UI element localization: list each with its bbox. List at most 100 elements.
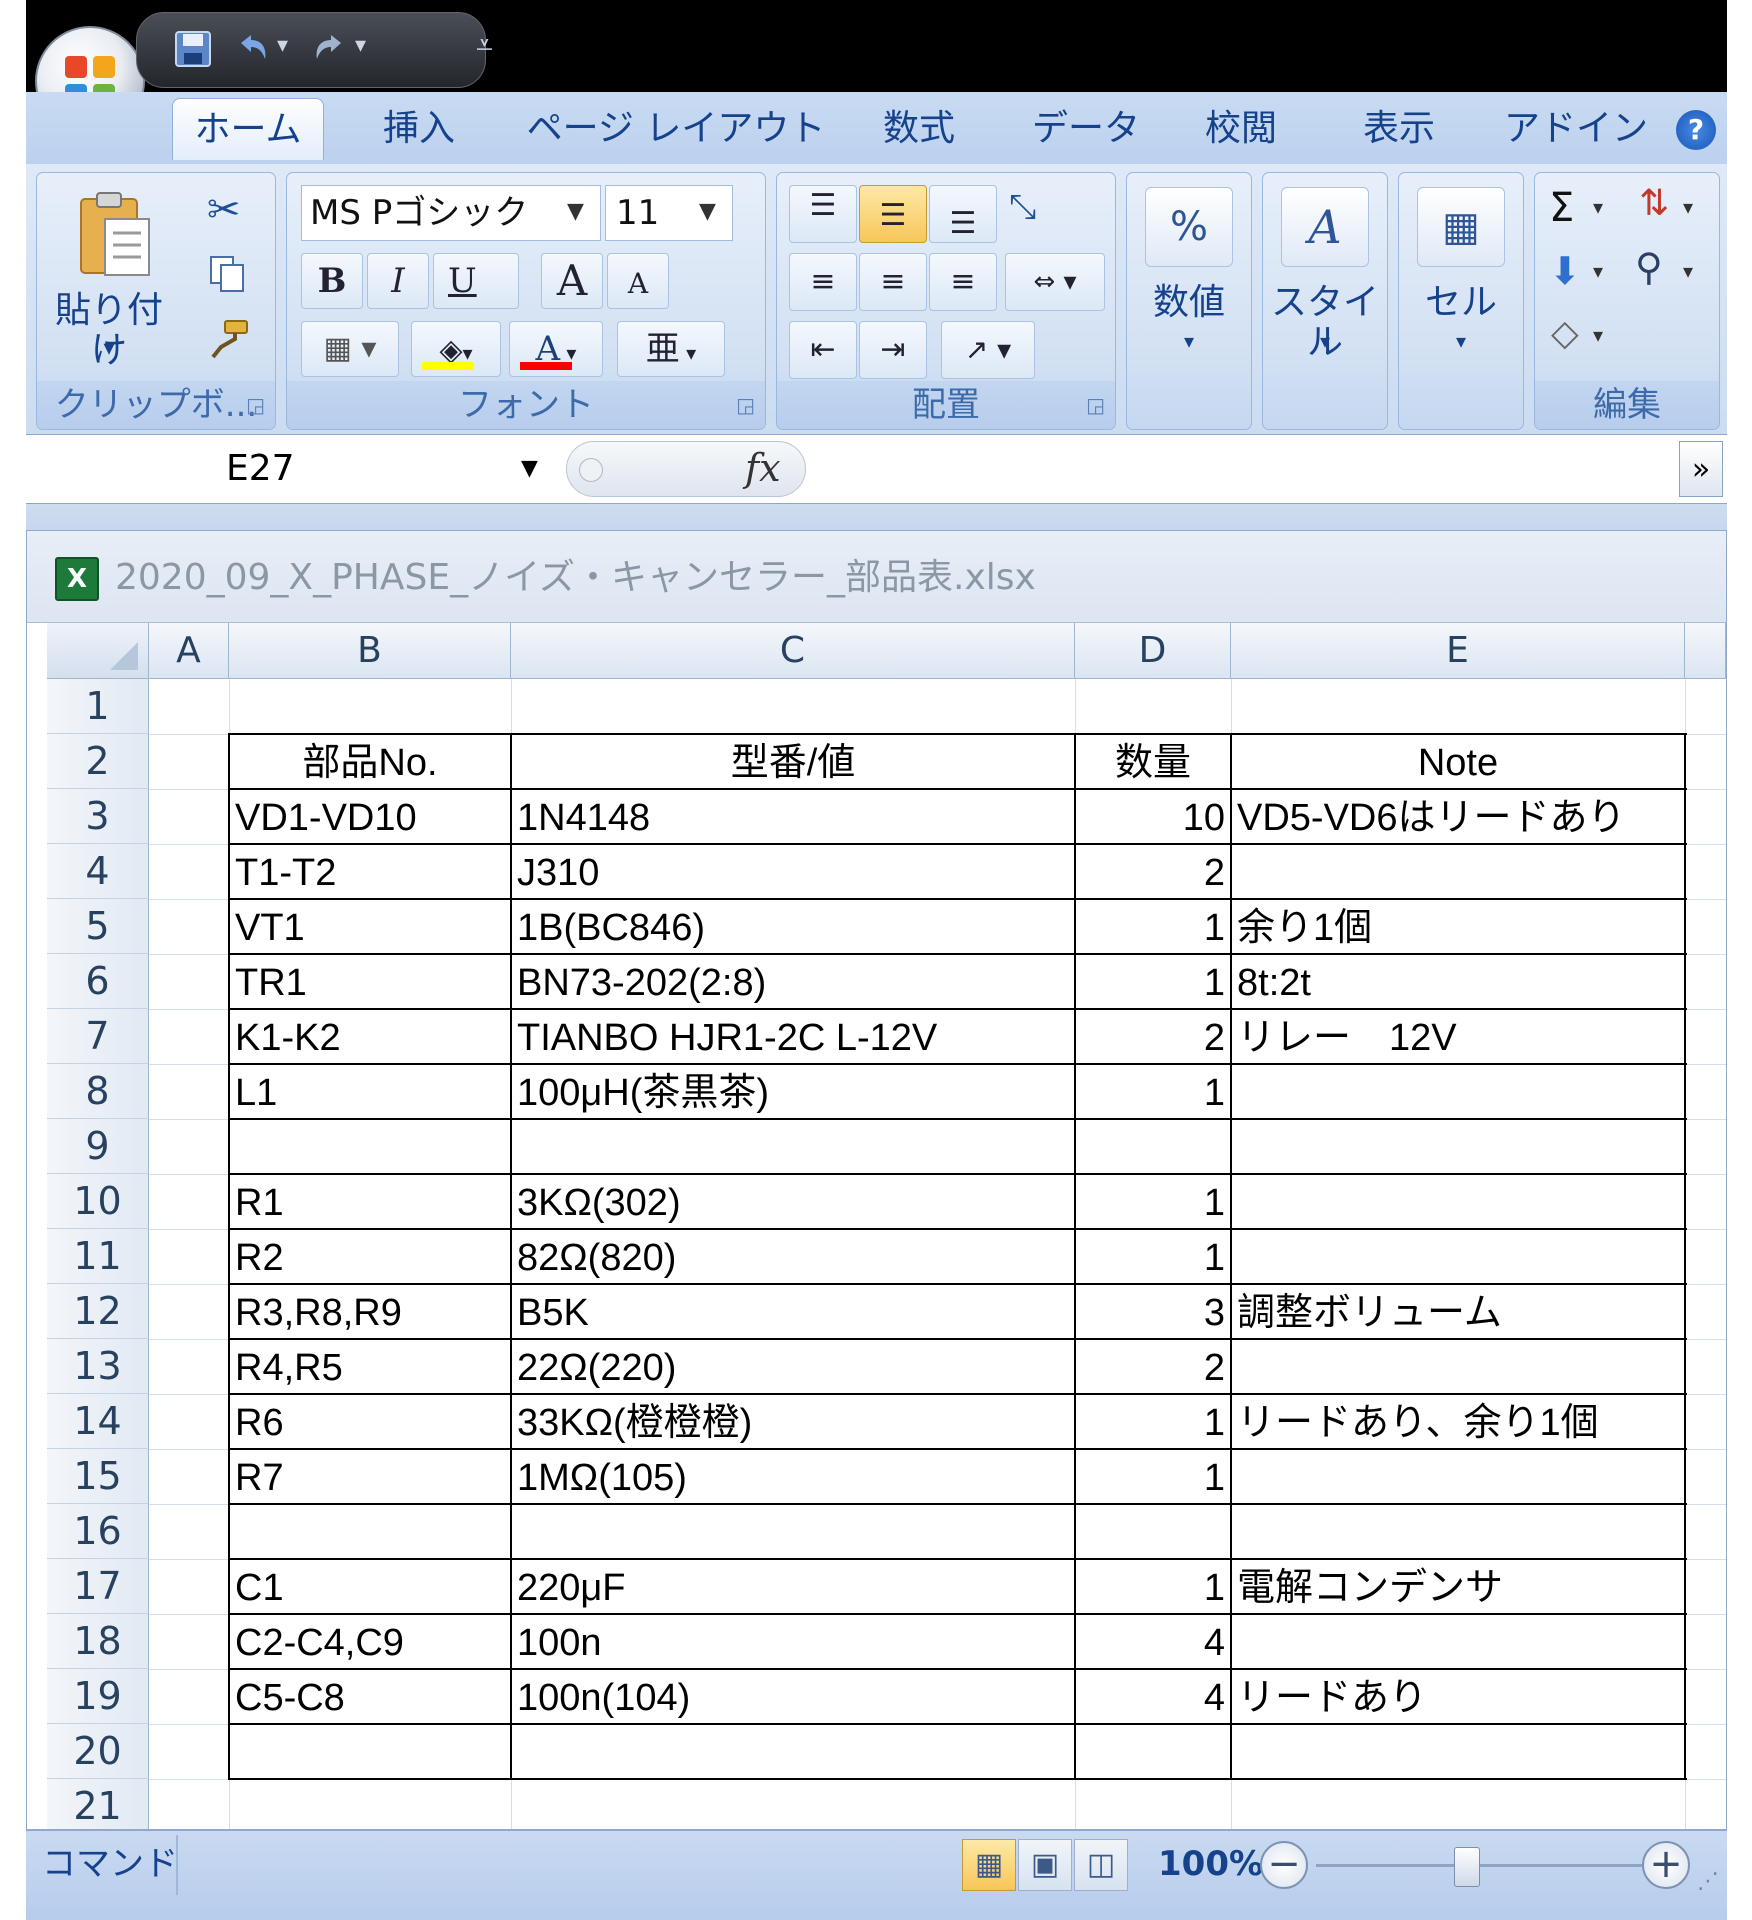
underline-button[interactable]: U (433, 253, 519, 309)
table-cell[interactable]: 1 (1081, 1559, 1225, 1614)
redo-dropdown-icon[interactable]: ▾ (355, 33, 366, 58)
row-header-20[interactable]: 20 (47, 1724, 149, 1779)
table-cell[interactable]: 1 (1081, 1394, 1225, 1449)
normal-view-button[interactable]: ▦ (962, 1839, 1016, 1891)
table-cell[interactable] (517, 1119, 1069, 1174)
italic-button[interactable]: I (367, 253, 429, 309)
table-cell[interactable]: J310 (517, 844, 1069, 899)
orientation-icon[interactable]: ⤡ (1009, 187, 1036, 227)
table-cell[interactable]: R1 (235, 1174, 505, 1229)
spreadsheet-grid[interactable]: A B C D E 1 2 部品No. 型番/値 数量 Note 3 VD1-VD10 1N4148 10 V… (47, 623, 1726, 1829)
table-cell[interactable]: TR1 (235, 954, 505, 1009)
autosum-icon[interactable]: Σ (1549, 185, 1574, 231)
help-icon[interactable]: ? (1676, 110, 1716, 150)
table-cell[interactable]: 2 (1081, 844, 1225, 899)
clipboard-launcher-icon[interactable]: ◲ (246, 393, 265, 417)
column-header-f[interactable] (1685, 623, 1726, 679)
table-cell[interactable] (1237, 1229, 1679, 1284)
table-cell[interactable]: 100n (517, 1614, 1069, 1669)
number-group[interactable]: % 数値 ▾ (1126, 172, 1252, 430)
table-header-cell[interactable]: 型番/値 (517, 734, 1069, 789)
table-cell[interactable]: 余り1個 (1237, 899, 1679, 954)
column-header-e[interactable]: E (1231, 623, 1685, 679)
table-cell[interactable]: R2 (235, 1229, 505, 1284)
table-cell[interactable]: 調整ボリューム (1237, 1284, 1679, 1339)
row-header-6[interactable]: 6 (47, 954, 149, 1009)
table-cell[interactable]: 1 (1081, 1449, 1225, 1504)
column-header-a[interactable]: A (149, 623, 229, 679)
customize-qat-icon[interactable]: ⩡ (476, 28, 493, 63)
redo-icon[interactable] (309, 29, 349, 78)
styles-dropdown-icon[interactable]: ▾ (1263, 321, 1387, 361)
table-cell[interactable]: VD1-VD10 (235, 789, 505, 844)
cells-group[interactable]: ▦ セル ▾ (1398, 172, 1524, 430)
select-all-button[interactable] (47, 623, 149, 679)
row-header-7[interactable]: 7 (47, 1009, 149, 1064)
table-cell[interactable]: 電解コンデンサ (1237, 1559, 1679, 1614)
column-header-c[interactable]: C (511, 623, 1075, 679)
clear-icon[interactable]: ◇ (1551, 313, 1579, 354)
align-right-button[interactable]: ≡ (929, 253, 997, 311)
table-cell[interactable]: リレー 12V (1237, 1009, 1679, 1064)
sort-filter-icon[interactable]: ⇅ (1639, 183, 1669, 224)
row-header-11[interactable]: 11 (47, 1229, 149, 1284)
row-header-17[interactable]: 17 (47, 1559, 149, 1614)
format-painter-icon[interactable] (207, 317, 251, 365)
table-cell[interactable] (235, 679, 505, 734)
table-cell[interactable]: 1 (1081, 1174, 1225, 1229)
paste-button[interactable]: 貼り付け ▾ (43, 179, 175, 371)
fill-color-button[interactable]: ◈▾ (411, 321, 501, 377)
table-cell[interactable] (235, 1119, 505, 1174)
tab-addins[interactable]: アドイン (1496, 98, 1656, 160)
paste-dropdown-icon[interactable]: ▾ (43, 329, 175, 369)
table-cell[interactable]: 220μF (517, 1559, 1069, 1614)
table-cell[interactable]: VD5-VD6はリードあり (1237, 789, 1679, 844)
cut-icon[interactable]: ✂ (207, 187, 241, 233)
table-cell[interactable]: 100μH(茶黒茶) (517, 1064, 1069, 1119)
table-cell[interactable] (1237, 1119, 1679, 1174)
font-name-dropdown-icon[interactable]: ▼ (567, 199, 584, 224)
table-cell[interactable]: 1MΩ(105) (517, 1449, 1069, 1504)
table-cell[interactable] (1081, 1779, 1225, 1829)
table-header-cell[interactable]: Note (1237, 734, 1679, 789)
column-header-b[interactable]: B (229, 623, 511, 679)
table-cell[interactable] (1081, 1119, 1225, 1174)
row-header-16[interactable]: 16 (47, 1504, 149, 1559)
resize-grip-icon[interactable]: ⋰ (1697, 1869, 1719, 1894)
zoom-slider-thumb[interactable] (1454, 1847, 1480, 1887)
table-cell[interactable] (1237, 1174, 1679, 1229)
table-cell[interactable] (1237, 1064, 1679, 1119)
page-layout-view-button[interactable]: ▣ (1018, 1839, 1072, 1891)
table-cell[interactable] (517, 679, 1069, 734)
table-header-cell[interactable]: 数量 (1081, 734, 1225, 789)
table-cell[interactable]: C2-C4,C9 (235, 1614, 505, 1669)
tab-view[interactable]: 表示 (1344, 98, 1454, 160)
table-cell[interactable]: 82Ω(820) (517, 1229, 1069, 1284)
row-header-19[interactable]: 19 (47, 1669, 149, 1724)
row-header-3[interactable]: 3 (47, 789, 149, 844)
table-cell[interactable]: 1 (1081, 899, 1225, 954)
table-cell[interactable]: 100n(104) (517, 1669, 1069, 1724)
zoom-out-button[interactable]: − (1260, 1841, 1308, 1889)
table-cell[interactable] (1237, 1614, 1679, 1669)
bold-button[interactable]: B (301, 253, 363, 309)
table-cell[interactable]: R4,R5 (235, 1339, 505, 1394)
row-header-21[interactable]: 21 (47, 1779, 149, 1829)
fill-icon[interactable]: ⬇ (1549, 249, 1581, 293)
styles-group[interactable]: A スタイル ▾ (1262, 172, 1388, 430)
name-box[interactable]: E27 ▼ (26, 435, 566, 503)
table-cell[interactable]: L1 (235, 1064, 505, 1119)
name-box-dropdown-icon[interactable]: ▼ (521, 435, 538, 503)
tab-home[interactable]: ホーム (172, 98, 324, 160)
table-cell[interactable] (1237, 1724, 1679, 1779)
table-cell[interactable]: T1-T2 (235, 844, 505, 899)
table-cell[interactable] (1237, 1504, 1679, 1559)
page-break-view-button[interactable]: ◫ (1074, 1839, 1128, 1891)
align-left-button[interactable]: ≡ (789, 253, 857, 311)
table-cell[interactable] (1237, 1449, 1679, 1504)
font-size-dropdown-icon[interactable]: ▼ (699, 199, 716, 224)
font-color-button[interactable]: A ▾ (509, 321, 603, 377)
expand-formula-bar-icon[interactable]: » (1679, 441, 1723, 497)
align-top-button[interactable]: ☰ (789, 185, 857, 243)
table-cell[interactable] (517, 1779, 1069, 1829)
